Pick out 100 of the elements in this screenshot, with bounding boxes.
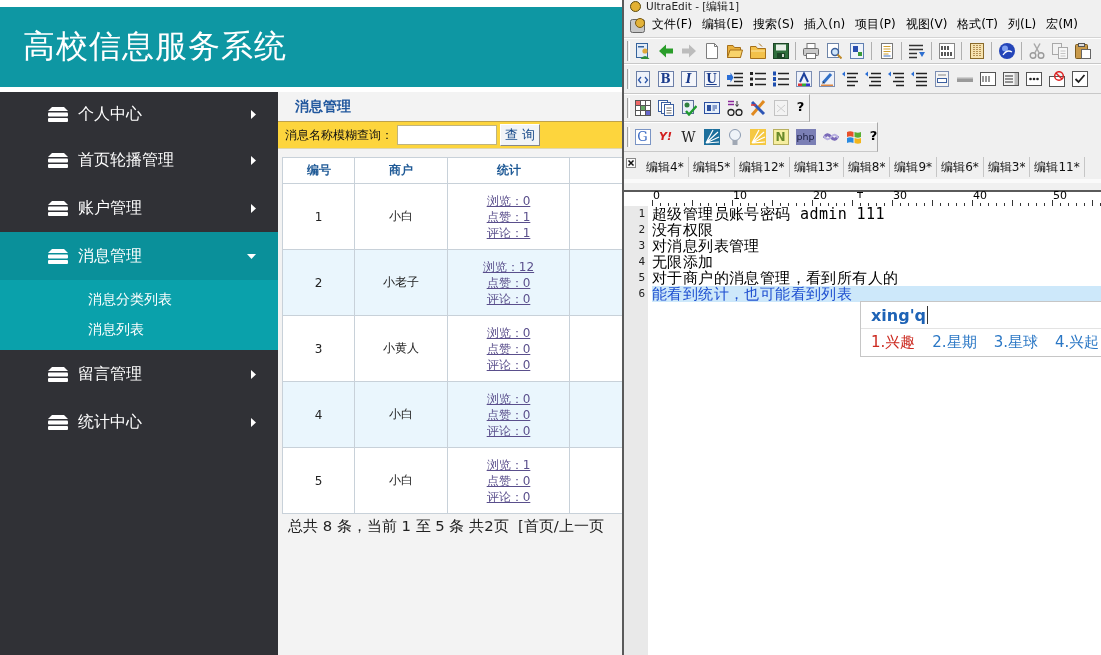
page-tick-icon[interactable]: [680, 100, 697, 116]
open-folder-icon[interactable]: [726, 43, 743, 59]
bullet-list-icon[interactable]: [749, 71, 766, 87]
blocked-field-icon[interactable]: [1048, 71, 1065, 87]
menu-item[interactable]: 宏(M): [1041, 16, 1083, 33]
column-page-icon[interactable]: [968, 43, 985, 59]
stat-link[interactable]: 浏览：0: [486, 324, 531, 341]
nav-item[interactable]: 统计中心: [0, 398, 278, 446]
binary-icon[interactable]: [938, 43, 955, 59]
form-page-icon[interactable]: [933, 71, 950, 87]
stat-link[interactable]: 浏览：12: [482, 258, 535, 275]
align-left-icon[interactable]: [841, 71, 858, 87]
rays-tile-icon[interactable]: [703, 129, 720, 145]
search-field[interactable]: [397, 125, 497, 145]
blank-page-icon[interactable]: [703, 43, 720, 59]
menu-item[interactable]: 格式(T): [952, 16, 1004, 33]
save-icon[interactable]: [772, 43, 789, 59]
stat-link[interactable]: 点赞：0: [486, 274, 531, 291]
paste-icon[interactable]: [1074, 43, 1091, 59]
stat-link[interactable]: 点赞：1: [486, 208, 531, 225]
document-lines-icon[interactable]: [878, 43, 895, 59]
stat-link[interactable]: 点赞：0: [486, 340, 531, 357]
underline-button[interactable]: U: [703, 71, 720, 87]
crossed-tools-icon[interactable]: [749, 100, 766, 116]
left-arrow-icon[interactable]: [657, 43, 674, 59]
php-button[interactable]: php: [795, 129, 816, 145]
ime-candidate[interactable]: 2.星期: [932, 333, 977, 352]
table-cell: 1: [282, 183, 355, 250]
stat-link[interactable]: 评论：0: [486, 290, 531, 307]
checkbox-icon[interactable]: [1071, 71, 1088, 87]
file-tab[interactable]: 编辑4*: [642, 157, 689, 177]
word-wrap-icon[interactable]: [908, 43, 925, 59]
indent-icon[interactable]: [726, 71, 743, 87]
pencil-icon[interactable]: [818, 71, 835, 87]
align-center-icon[interactable]: [864, 71, 881, 87]
file-tab[interactable]: 编辑3*: [983, 157, 1031, 177]
menu-item[interactable]: 视图(V): [900, 16, 953, 33]
font-color-icon[interactable]: [795, 71, 812, 87]
nav-item[interactable]: 首页轮播管理: [0, 136, 278, 184]
table-grid-icon[interactable]: [634, 100, 651, 116]
w-button[interactable]: W: [680, 129, 697, 145]
g-button[interactable]: G: [634, 129, 651, 145]
stat-link[interactable]: 浏览：0: [486, 192, 531, 209]
ime-candidate[interactable]: 3.星球: [993, 333, 1038, 352]
close-icon[interactable]: [626, 158, 636, 168]
stat-link[interactable]: 浏览：1: [486, 456, 531, 473]
stat-link[interactable]: 评论：0: [486, 422, 531, 439]
file-tab[interactable]: 编辑5*: [688, 157, 736, 177]
file-tab[interactable]: 编辑11*: [1030, 157, 1085, 177]
italic-button[interactable]: I: [680, 71, 697, 87]
menu-item[interactable]: 搜索(S): [748, 16, 800, 33]
page-picture-icon[interactable]: [848, 43, 865, 59]
nav-item[interactable]: 账户管理: [0, 184, 278, 232]
menu-item[interactable]: 插入(n): [799, 16, 851, 33]
nav-item[interactable]: 个人中心: [0, 92, 278, 136]
stacked-pages-icon[interactable]: [657, 100, 674, 116]
page-magnifier-icon[interactable]: [825, 43, 842, 59]
align-justify-icon[interactable]: [910, 71, 927, 87]
password-field-icon[interactable]: [1025, 71, 1042, 87]
nav-item[interactable]: 消息管理: [0, 232, 278, 280]
flag-icon[interactable]: [845, 129, 862, 145]
stat-link[interactable]: 浏览：0: [486, 390, 531, 407]
text-cursor: [927, 306, 928, 324]
stat-link[interactable]: 点赞：0: [486, 406, 531, 423]
stat-link[interactable]: 点赞：0: [486, 472, 531, 489]
folder-icon[interactable]: [749, 43, 766, 59]
numbered-list-icon[interactable]: [772, 71, 789, 87]
list-box-icon[interactable]: [1002, 71, 1019, 87]
id-card-icon[interactable]: [703, 100, 720, 116]
table-cell: 2: [282, 249, 355, 316]
file-tab[interactable]: 编辑12*: [735, 157, 790, 177]
stat-link[interactable]: 评论：1: [486, 224, 531, 241]
bold-button[interactable]: B: [657, 71, 674, 87]
app-title: 高校信息服务系统: [23, 27, 287, 66]
menu-item[interactable]: 项目(P): [850, 16, 901, 33]
ime-candidate[interactable]: 1.兴趣: [871, 333, 916, 352]
file-tab[interactable]: 编辑6*: [937, 157, 984, 177]
stat-link[interactable]: 评论：0: [486, 488, 531, 505]
printer-icon[interactable]: [802, 43, 819, 59]
nav-item[interactable]: 留言管理: [0, 350, 278, 398]
menu-item[interactable]: 编辑(E): [697, 16, 749, 33]
number-sequence-icon[interactable]: [726, 100, 743, 116]
rays-tile-icon[interactable]: [749, 129, 766, 145]
text-field-icon[interactable]: [979, 71, 996, 87]
page-person-icon[interactable]: [634, 43, 651, 59]
file-tab[interactable]: 编辑9*: [890, 157, 938, 177]
menu-item[interactable]: 列(L): [1003, 16, 1042, 33]
help-button[interactable]: ?: [795, 100, 806, 116]
file-tab[interactable]: 编辑13*: [789, 157, 844, 177]
search-button[interactable]: 查 询: [500, 124, 541, 146]
help-button[interactable]: ?: [868, 129, 877, 145]
menu-item[interactable]: 文件(F): [647, 16, 698, 33]
stat-link[interactable]: 评论：0: [486, 356, 531, 373]
code-page-icon[interactable]: [634, 71, 651, 87]
globe-icon[interactable]: [998, 43, 1015, 59]
ime-candidate[interactable]: 4.兴起: [1054, 333, 1100, 352]
file-tab[interactable]: 编辑8*: [843, 157, 891, 177]
y-button[interactable]: Y!: [657, 129, 674, 145]
app-menu-icon[interactable]: [630, 16, 646, 33]
align-right-icon[interactable]: [887, 71, 904, 87]
